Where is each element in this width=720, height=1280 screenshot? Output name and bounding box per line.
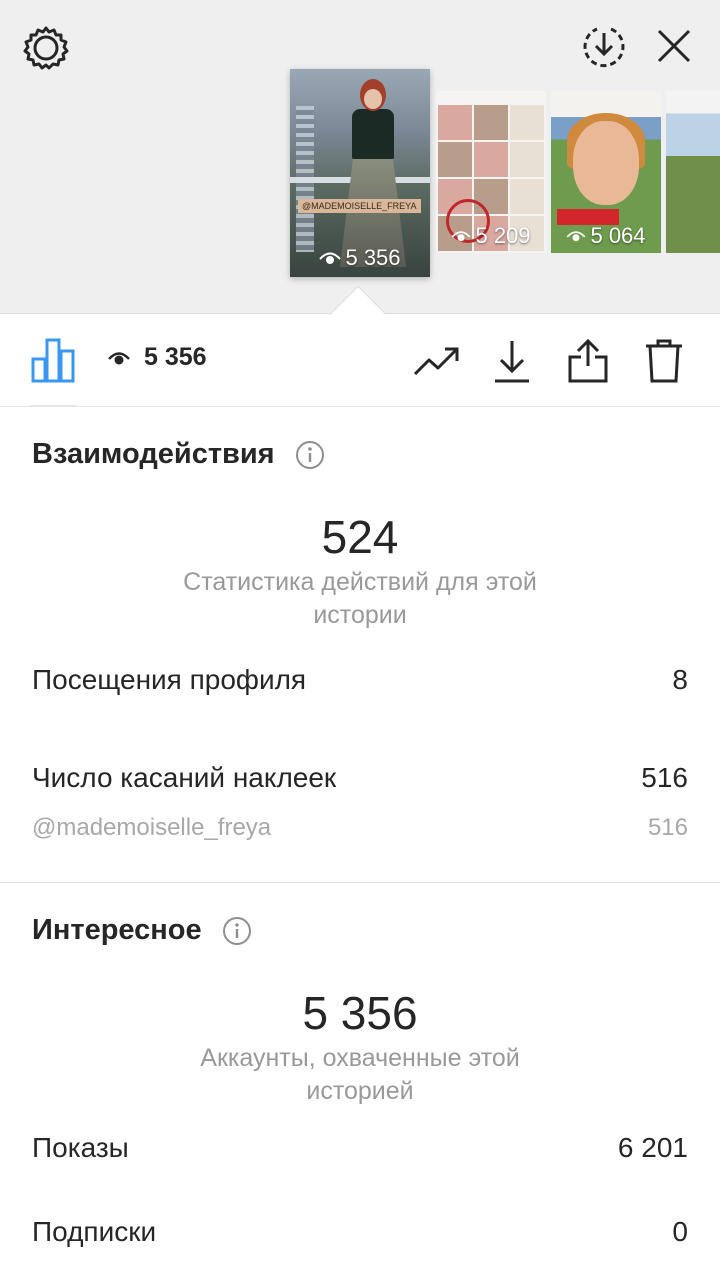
story-thumbnail[interactable]: 5 209 <box>436 91 546 253</box>
bar-chart-icon <box>31 338 75 383</box>
story-view-count: 5 064 <box>551 223 661 249</box>
story-view-count: 5 356 <box>290 245 430 271</box>
story-views: 5 064 <box>590 223 646 248</box>
section-divider <box>0 882 720 883</box>
delete-button[interactable] <box>638 335 690 387</box>
stat-value: 516 <box>641 762 688 793</box>
stat-row-mention-sticker: @mademoiselle_freya 516 <box>32 814 688 842</box>
stat-value: 6 201 <box>617 1132 688 1163</box>
settings-button[interactable] <box>20 22 72 74</box>
trending-icon <box>413 347 459 376</box>
accounts-reached-total: 5 356 <box>302 987 418 1039</box>
stat-label: @mademoiselle_freya <box>32 814 272 841</box>
download-icon <box>495 341 529 383</box>
story-thumbnail[interactable] <box>666 91 720 253</box>
eye-icon <box>319 252 342 264</box>
stat-label: Подписки <box>32 1216 157 1247</box>
insights-tab[interactable] <box>26 335 80 385</box>
close-icon <box>657 29 691 63</box>
info-icon[interactable] <box>222 916 252 946</box>
interactions-title: Взаимодействия <box>32 438 275 470</box>
close-button[interactable] <box>648 20 700 72</box>
stat-value: 516 <box>647 814 688 841</box>
viewers-count-value: 5 356 <box>144 343 207 371</box>
interactions-caption: Статистика действий для этой истории <box>183 568 537 629</box>
story-views: 5 356 <box>345 245 401 270</box>
discovery-section-title: Интересное <box>32 914 252 947</box>
save-story-button[interactable] <box>578 20 630 72</box>
stat-row-follows: Подписки 0 <box>32 1216 688 1248</box>
share-icon <box>568 338 608 383</box>
tab-indicator <box>30 405 76 407</box>
stat-row-impressions: Показы 6 201 <box>32 1132 688 1164</box>
accounts-reached-caption: Аккаунты, охваченные этой историей <box>200 1044 520 1105</box>
eye-icon <box>452 231 471 242</box>
gear-icon <box>23 26 69 70</box>
download-circle-icon <box>583 27 625 68</box>
download-button[interactable] <box>486 335 538 387</box>
interactions-section-title: Взаимодействия <box>32 438 325 471</box>
stat-label: Посещения профиля <box>32 664 307 695</box>
info-icon[interactable] <box>295 440 325 470</box>
stat-row-profile-visits: Посещения профиля 8 <box>32 664 688 696</box>
stat-value: 0 <box>672 1216 688 1247</box>
stat-row-sticker-taps: Число касаний наклеек 516 <box>32 762 688 794</box>
story-tray: @MADEMOISELLE_FREYA 5 356 5 209 5 064 <box>0 0 720 314</box>
story-view-count: 5 209 <box>436 223 546 249</box>
share-button[interactable] <box>562 335 614 387</box>
mention-sticker: @MADEMOISELLE_FREYA <box>298 199 421 213</box>
story-photo <box>666 91 720 253</box>
eye-icon <box>108 351 130 364</box>
story-toolbar: 5 356 <box>0 315 720 407</box>
interactions-total: 524 <box>321 511 399 563</box>
stat-label: Число касаний наклеек <box>32 762 337 793</box>
viewers-count[interactable]: 5 356 <box>108 343 207 372</box>
story-views: 5 209 <box>475 223 531 248</box>
story-thumbnail-active[interactable]: @MADEMOISELLE_FREYA 5 356 <box>290 69 430 277</box>
discovery-title: Интересное <box>32 914 202 946</box>
stat-label: Показы <box>32 1132 129 1163</box>
trash-icon <box>646 339 682 383</box>
eye-icon <box>567 231 586 242</box>
story-thumbnail[interactable]: 5 064 <box>551 91 661 253</box>
promote-button[interactable] <box>410 335 462 387</box>
stat-value: 8 <box>672 664 688 695</box>
